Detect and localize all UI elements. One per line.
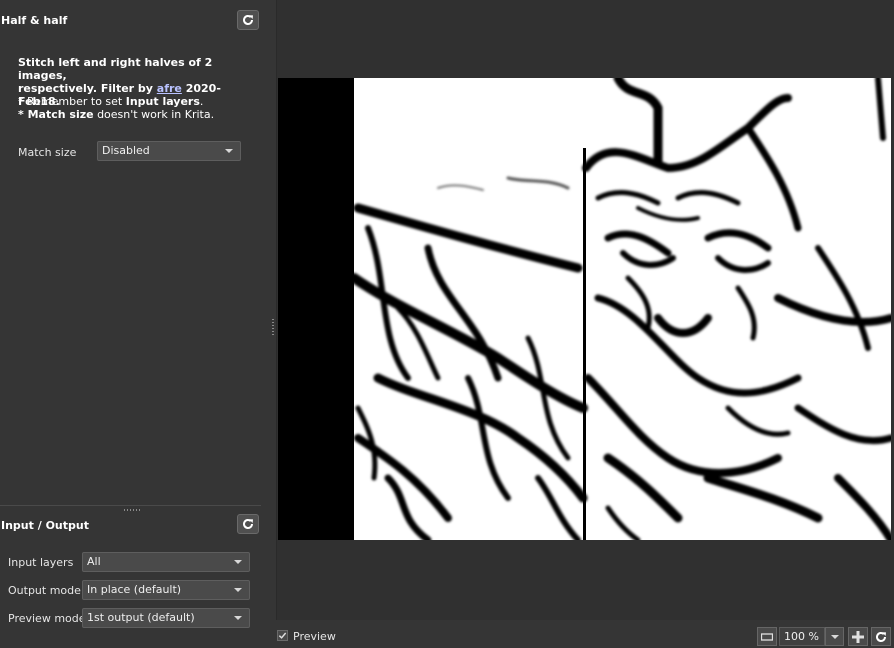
output-mode-value: In place (default) — [87, 583, 182, 596]
note1-bold: Input layers — [125, 95, 200, 108]
chevron-down-icon — [234, 560, 242, 564]
note2-bold: * Match size — [18, 108, 94, 121]
panel-divider — [0, 505, 261, 506]
refresh-preview-button[interactable] — [871, 627, 891, 646]
chevron-down-icon — [831, 635, 839, 639]
match-size-label: Match size — [18, 146, 77, 159]
note1-suffix: . — [199, 95, 204, 108]
zoom-in-button[interactable] — [848, 627, 868, 646]
refresh-icon — [243, 519, 253, 529]
preview-checkbox-label: Preview — [293, 630, 336, 643]
preview-mode-value: 1st output (default) — [87, 611, 195, 624]
zoom-fit-icon — [761, 632, 773, 641]
chevron-down-icon — [225, 149, 233, 153]
author-link[interactable]: afre — [157, 82, 182, 95]
chevron-down-icon — [234, 588, 242, 592]
filter-title: Half & half — [1, 14, 68, 27]
description-prefix: respectively. Filter by — [18, 82, 157, 95]
note2-suffix: doesn't work in Krita. — [93, 108, 215, 121]
zoom-level-field[interactable]: 100 % — [779, 627, 825, 646]
preview-image[interactable] — [278, 78, 891, 540]
checkmark-icon — [278, 632, 287, 639]
match-size-value: Disabled — [102, 144, 150, 157]
preview-mode-label: Preview mode — [8, 612, 86, 625]
refresh-icon — [876, 631, 886, 642]
filter-notes: * Remember to set Input layers. * Match … — [18, 95, 214, 121]
input-layers-value: All — [87, 555, 101, 568]
note-input-layers: * Remember to set Input layers. — [18, 95, 214, 108]
panel-resize-handle[interactable] — [124, 509, 140, 511]
zoom-dropdown-button[interactable] — [825, 627, 844, 646]
zoom-in-icon — [852, 630, 864, 643]
output-mode-label: Output mode — [8, 584, 81, 597]
chevron-down-icon — [234, 616, 242, 620]
input-layers-label: Input layers — [8, 556, 74, 569]
stitched-cat-image — [278, 78, 891, 540]
description-line-1: Stitch left and right halves of 2 images… — [18, 56, 213, 82]
match-size-select[interactable]: Disabled — [97, 141, 241, 161]
reset-filter-button[interactable] — [237, 10, 259, 30]
refresh-icon — [243, 15, 253, 25]
preview-mode-select[interactable]: 1st output (default) — [82, 608, 250, 628]
note1-prefix: * Remember to set — [18, 95, 126, 108]
preview-checkbox[interactable] — [277, 630, 288, 641]
output-mode-select[interactable]: In place (default) — [82, 580, 250, 600]
reset-io-button[interactable] — [237, 514, 259, 534]
zoom-fit-button[interactable] — [757, 627, 777, 646]
note-match-size: * Match size doesn't work in Krita. — [18, 108, 214, 121]
input-layers-select[interactable]: All — [82, 552, 250, 572]
splitter-grip[interactable] — [272, 319, 274, 337]
io-section-title: Input / Output — [1, 519, 89, 532]
